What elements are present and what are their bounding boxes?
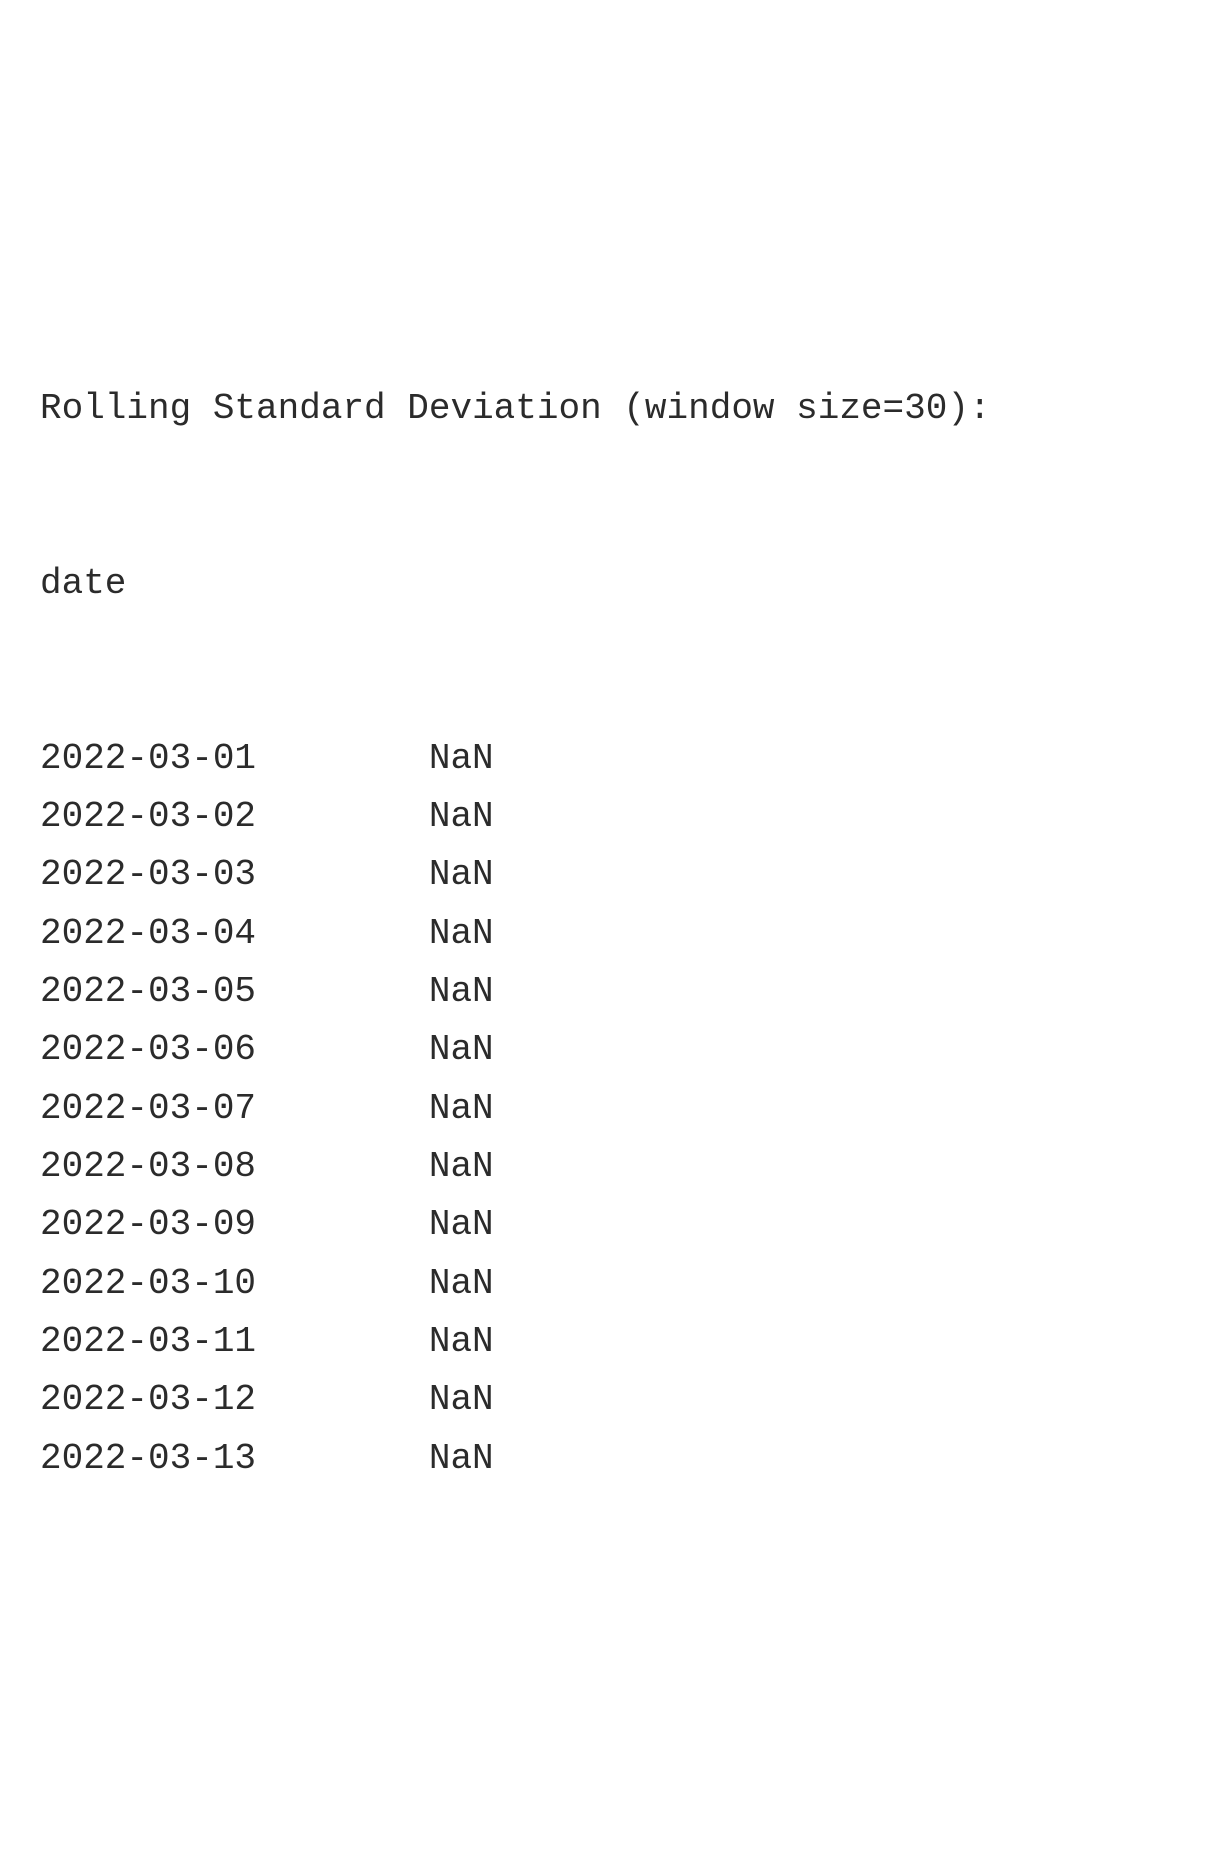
row-date: 2022-03-06 <box>40 1021 364 1079</box>
data-row: 2022-03-10NaN <box>40 1255 1184 1313</box>
output-title: Rolling Standard Deviation (window size=… <box>40 380 1184 438</box>
row-date: 2022-03-09 <box>40 1196 364 1254</box>
row-date: 2022-03-12 <box>40 1371 364 1429</box>
row-date: 2022-03-03 <box>40 846 364 904</box>
row-value: NaN <box>364 1080 494 1138</box>
row-date: 2022-03-07 <box>40 1080 364 1138</box>
row-value: NaN <box>364 1021 494 1079</box>
row-date: 2022-03-11 <box>40 1313 364 1371</box>
data-row: 2022-03-07NaN <box>40 1080 1184 1138</box>
data-row: 2022-03-12NaN <box>40 1371 1184 1429</box>
row-date: 2022-03-04 <box>40 905 364 963</box>
row-date: 2022-03-05 <box>40 963 364 1021</box>
row-value: NaN <box>364 1371 494 1429</box>
data-row: 2022-03-08NaN <box>40 1138 1184 1196</box>
row-value: NaN <box>364 905 494 963</box>
row-value: NaN <box>364 963 494 1021</box>
row-date: 2022-03-10 <box>40 1255 364 1313</box>
data-rows-container: 2022-03-01NaN2022-03-02NaN2022-03-03NaN2… <box>40 730 1184 1488</box>
row-value: NaN <box>364 1313 494 1371</box>
row-date: 2022-03-02 <box>40 788 364 846</box>
row-value: NaN <box>364 788 494 846</box>
data-row: 2022-03-03NaN <box>40 846 1184 904</box>
row-value: NaN <box>364 846 494 904</box>
row-date: 2022-03-08 <box>40 1138 364 1196</box>
data-row: 2022-03-02NaN <box>40 788 1184 846</box>
index-name: date <box>40 555 1184 613</box>
row-date: 2022-03-13 <box>40 1430 364 1488</box>
data-row: 2022-03-06NaN <box>40 1021 1184 1079</box>
row-value: NaN <box>364 1138 494 1196</box>
data-row: 2022-03-01NaN <box>40 730 1184 788</box>
data-row: 2022-03-09NaN <box>40 1196 1184 1254</box>
data-row: 2022-03-04NaN <box>40 905 1184 963</box>
data-row: 2022-03-13NaN <box>40 1430 1184 1488</box>
console-output: Rolling Standard Deviation (window size=… <box>40 263 1184 1546</box>
row-value: NaN <box>364 730 494 788</box>
row-date: 2022-03-01 <box>40 730 364 788</box>
data-row: 2022-03-05NaN <box>40 963 1184 1021</box>
data-row: 2022-03-11NaN <box>40 1313 1184 1371</box>
row-value: NaN <box>364 1196 494 1254</box>
row-value: NaN <box>364 1255 494 1313</box>
row-value: NaN <box>364 1430 494 1488</box>
